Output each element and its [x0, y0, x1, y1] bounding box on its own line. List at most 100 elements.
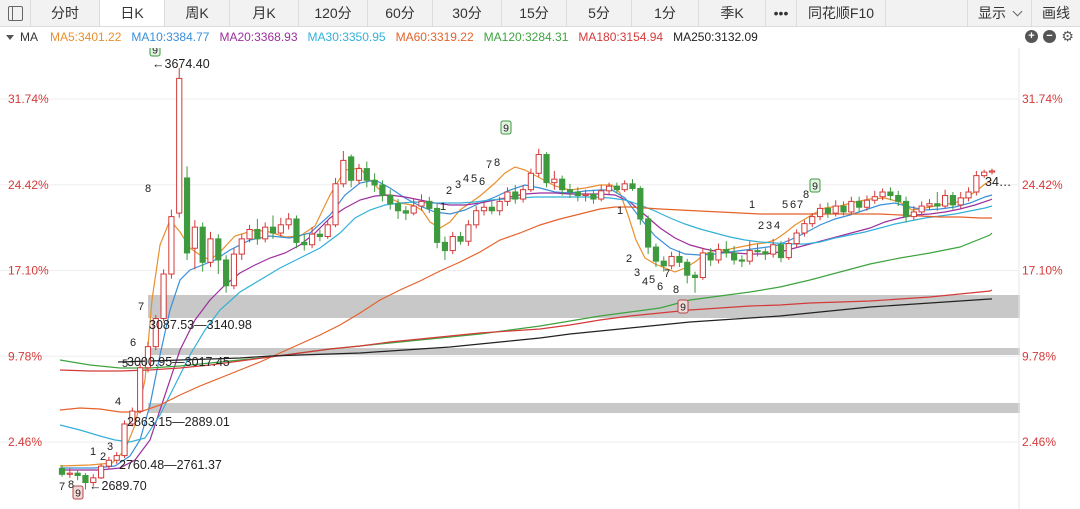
ma-legend-item: MA10:3384.77 — [131, 30, 210, 44]
y-tick-label-right: 2.46% — [1022, 435, 1056, 449]
candle-up — [246, 228, 253, 240]
price-annotation: 2863.15—2889.01 — [127, 415, 230, 429]
candle-up — [238, 238, 245, 255]
tab-daily-k[interactable]: 日K — [100, 0, 165, 26]
period-tabs: 分时 日K 周K 月K 120分 60分 30分 15分 5分 1分 季K ••• 同花顺F10 — [31, 0, 886, 26]
candle-down — [707, 252, 714, 261]
candle-up — [910, 211, 917, 218]
candle-down — [223, 259, 230, 287]
td-sequence-number: 2 — [100, 451, 106, 463]
zoom-in-icon[interactable]: + — [1025, 30, 1038, 43]
candle-up — [97, 465, 105, 479]
y-tick-label-left: 9.78% — [8, 349, 42, 363]
ma-legend-item: MA120:3284.31 — [483, 30, 569, 44]
candle-up — [965, 191, 972, 199]
draw-line-button[interactable]: 画线 — [1031, 0, 1080, 26]
candle-up — [863, 199, 871, 208]
candle-up — [504, 191, 511, 202]
price-annotation: 2760.48—2761.37 — [119, 458, 222, 472]
td-sequence-number: 5 — [782, 199, 788, 211]
candle-down — [738, 259, 746, 262]
td-sequence-number: 6 — [657, 281, 663, 293]
candle-down — [371, 179, 378, 186]
candle-down — [934, 203, 941, 207]
candle-down — [723, 248, 730, 254]
tab-15min[interactable]: 15分 — [502, 0, 567, 26]
tab-30min[interactable]: 30分 — [433, 0, 502, 26]
zoom-out-icon[interactable]: − — [1043, 30, 1056, 43]
td-sequence-number: 8 — [673, 284, 679, 296]
y-tick-label-left: 24.42% — [8, 178, 49, 192]
td-sequence-number: 7 — [486, 159, 492, 171]
td-sequence-number: 1 — [749, 199, 755, 211]
candle-down — [387, 195, 394, 205]
td-sequence-number: 8 — [803, 189, 809, 201]
candle-up — [230, 253, 238, 287]
candle-down — [543, 154, 550, 184]
sidebar-toggle-button[interactable] — [0, 0, 31, 26]
ma-legend-item: MA30:3350.95 — [307, 30, 386, 44]
td-sequence-number: 8 — [494, 157, 500, 169]
tab-intraday[interactable]: 分时 — [31, 0, 100, 26]
candle-up — [957, 197, 964, 206]
candle-up — [449, 236, 456, 252]
price-annotation: ←2689.70 — [89, 479, 147, 493]
y-tick-label-right: 24.42% — [1022, 178, 1063, 192]
candle-up — [621, 183, 628, 191]
candle-up — [465, 224, 472, 242]
tab-f10[interactable]: 同花顺F10 — [797, 0, 886, 26]
candle-down — [887, 191, 894, 197]
td-sequence-number: 7 — [59, 481, 65, 493]
candle-down — [559, 178, 566, 191]
td-nine-label: 9 — [503, 123, 509, 135]
gear-icon[interactable]: ⚙ — [1061, 29, 1074, 43]
candle-up — [496, 200, 503, 212]
candle-up — [926, 203, 933, 207]
td-sequence-number: 4 — [115, 396, 121, 408]
y-tick-label-right: 9.78% — [1022, 349, 1056, 363]
candle-up — [137, 367, 144, 412]
candle-down — [363, 168, 370, 181]
candle-up — [473, 210, 480, 226]
candle-up — [746, 250, 753, 262]
ma-legend-bar: MA MA5:3401.22 MA10:3384.77 MA20:3368.93 MA… — [0, 27, 1080, 47]
tab-quarter-k[interactable]: 季K — [699, 0, 766, 26]
candlestick-chart[interactable]: 31.74% 31.74% 24.42% 24.42% 17.10% 17.10% 9.78… — [0, 48, 1080, 509]
candle-down — [488, 206, 495, 212]
y-tick-label-left: 17.10% — [8, 264, 49, 278]
candle-up — [793, 232, 800, 245]
ma-title: MA — [20, 30, 38, 44]
tab-monthly-k[interactable]: 月K — [230, 0, 299, 26]
price-annotation: ←3674.40 — [152, 57, 210, 71]
candle-down — [426, 200, 433, 209]
tab-120min[interactable]: 120分 — [299, 0, 368, 26]
candle-down — [434, 207, 441, 243]
td-sequence-number: 3 — [107, 441, 113, 453]
td-sequence-number: 2 — [626, 253, 632, 265]
candle-down — [754, 250, 761, 253]
ma-legend-item: MA20:3368.93 — [219, 30, 298, 44]
candle-up — [871, 196, 878, 201]
candle-up — [355, 168, 363, 181]
candle-up — [191, 226, 198, 249]
candle-down — [762, 251, 769, 255]
tab-5min[interactable]: 5分 — [567, 0, 632, 26]
candle-up — [918, 205, 925, 213]
chevron-down-icon — [1012, 6, 1023, 16]
tab-60min[interactable]: 60分 — [368, 0, 433, 26]
candle-up — [535, 154, 542, 174]
td-nine-label: 9 — [680, 302, 686, 314]
candle-down — [731, 252, 738, 261]
display-menu-button[interactable]: 显示 — [967, 0, 1031, 26]
candle-up — [285, 218, 292, 226]
candle-up — [308, 233, 316, 246]
tab-1min[interactable]: 1分 — [632, 0, 699, 26]
tab-more[interactable]: ••• — [766, 0, 797, 26]
candle-down — [348, 156, 355, 181]
candle-up — [785, 243, 792, 259]
candle-down — [691, 274, 699, 279]
candle-down — [215, 238, 222, 261]
tab-weekly-k[interactable]: 周K — [165, 0, 230, 26]
td-nine-label: 9 — [75, 488, 81, 500]
collapse-caret-icon[interactable] — [6, 34, 14, 40]
